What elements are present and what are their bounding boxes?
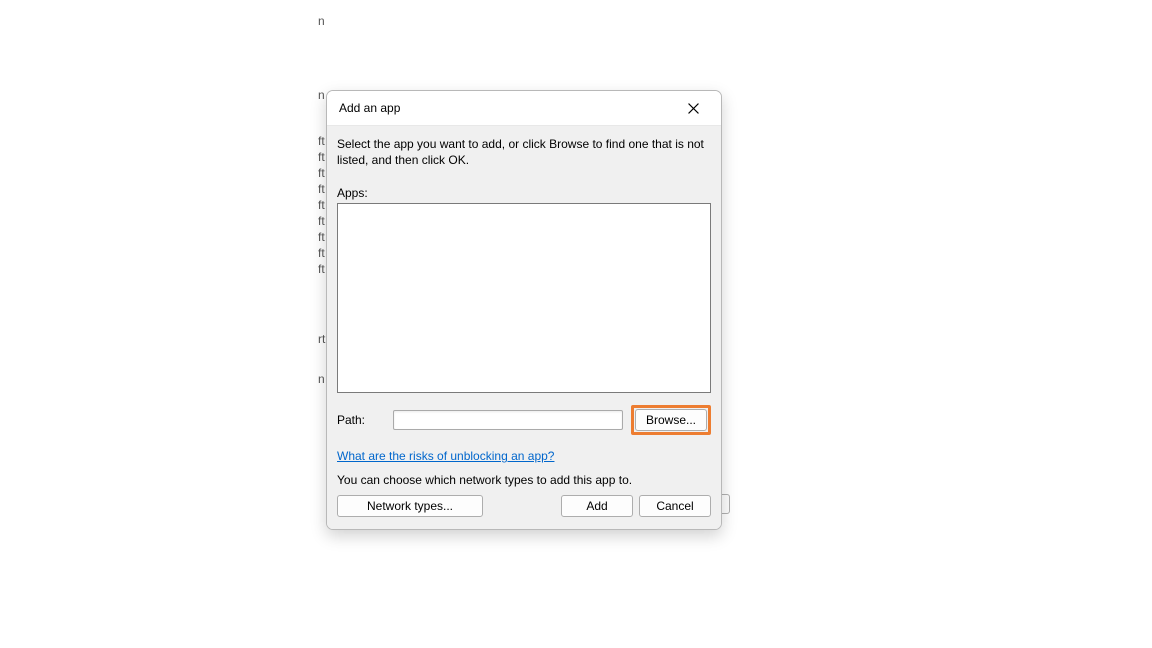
risk-link[interactable]: What are the risks of unblocking an app? <box>337 449 554 463</box>
cancel-button[interactable]: Cancel <box>639 495 711 517</box>
browse-highlight: Browse... <box>631 405 711 435</box>
path-input[interactable] <box>393 410 623 430</box>
browse-button[interactable]: Browse... <box>635 409 707 431</box>
dialog-title: Add an app <box>339 101 673 115</box>
path-label: Path: <box>337 413 385 427</box>
add-app-dialog: Add an app Select the app you want to ad… <box>326 90 722 530</box>
network-types-button[interactable]: Network types... <box>337 495 483 517</box>
network-types-text: You can choose which network types to ad… <box>337 473 711 487</box>
add-button[interactable]: Add <box>561 495 633 517</box>
apps-label: Apps: <box>337 186 711 200</box>
titlebar: Add an app <box>327 91 721 125</box>
close-button[interactable] <box>673 94 713 122</box>
bottom-button-row: Network types... Add Cancel <box>337 495 711 517</box>
apps-listbox[interactable] <box>337 203 711 393</box>
instruction-text: Select the app you want to add, or click… <box>337 136 711 168</box>
close-icon <box>688 103 699 114</box>
path-row: Path: Browse... <box>337 405 711 435</box>
dialog-body: Select the app you want to add, or click… <box>327 125 721 529</box>
